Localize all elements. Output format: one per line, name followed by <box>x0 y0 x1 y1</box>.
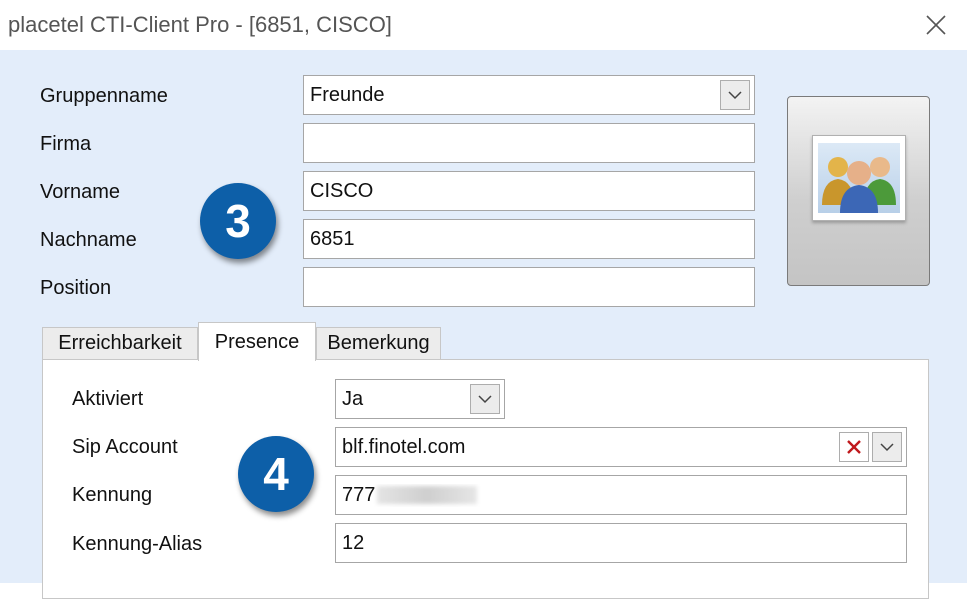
title-bar: placetel CTI-Client Pro - [6851, CISCO] <box>0 0 967 50</box>
kennung-alias-field[interactable]: 12 <box>335 523 907 563</box>
kennung-alias-label: Kennung-Alias <box>72 533 203 555</box>
chevron-down-icon <box>728 90 742 99</box>
contact-form: Gruppenname Freunde Firma Vorname CISCO … <box>0 50 967 599</box>
close-button[interactable] <box>919 8 953 42</box>
tab-erreichbarkeit[interactable]: Erreichbarkeit <box>42 327 198 360</box>
nachname-field[interactable]: 6851 <box>303 219 755 259</box>
sip-account-select[interactable]: blf.finotel.com <box>335 427 907 467</box>
tab-presence[interactable]: Presence <box>198 322 316 361</box>
nachname-value: 6851 <box>310 227 355 250</box>
aktiviert-label: Aktiviert <box>72 388 144 410</box>
user-group-icon <box>822 157 896 213</box>
tab-bemerkung[interactable]: Bemerkung <box>316 327 441 360</box>
redacted-region <box>377 486 478 505</box>
gruppenname-label: Gruppenname <box>40 85 168 107</box>
position-label: Position <box>40 277 112 299</box>
sip-account-dropdown-button[interactable] <box>872 432 902 462</box>
gruppenname-dropdown-button[interactable] <box>720 80 750 110</box>
contact-photo <box>812 135 906 221</box>
aktiviert-dropdown-button[interactable] <box>470 384 500 414</box>
nachname-label: Nachname <box>40 229 137 251</box>
kennung-alias-value: 12 <box>342 531 365 554</box>
step-badge-4: 4 <box>238 436 314 512</box>
gruppenname-select[interactable]: Freunde <box>303 75 755 115</box>
window-title: placetel CTI-Client Pro - [6851, CISCO] <box>8 12 392 37</box>
chevron-down-icon <box>880 442 894 451</box>
sip-account-label: Sip Account <box>72 436 178 458</box>
clear-x-icon <box>847 440 861 454</box>
kennung-label: Kennung <box>72 484 153 506</box>
vorname-value: CISCO <box>310 179 374 202</box>
vorname-label: Vorname <box>40 181 121 203</box>
firma-label: Firma <box>40 133 92 155</box>
kennung-field[interactable]: 777 <box>335 475 907 515</box>
clear-sip-button[interactable] <box>839 432 869 462</box>
kennung-value: 777 <box>342 483 376 506</box>
contact-image-button[interactable] <box>787 96 930 286</box>
position-field[interactable] <box>303 267 755 307</box>
sip-account-value: blf.finotel.com <box>342 435 466 458</box>
aktiviert-select[interactable]: Ja <box>335 379 505 419</box>
firma-field[interactable] <box>303 123 755 163</box>
gruppenname-value: Freunde <box>310 83 385 106</box>
vorname-field[interactable]: CISCO <box>303 171 755 211</box>
step-badge-3: 3 <box>200 183 276 259</box>
close-icon <box>926 15 946 35</box>
chevron-down-icon <box>478 394 492 403</box>
